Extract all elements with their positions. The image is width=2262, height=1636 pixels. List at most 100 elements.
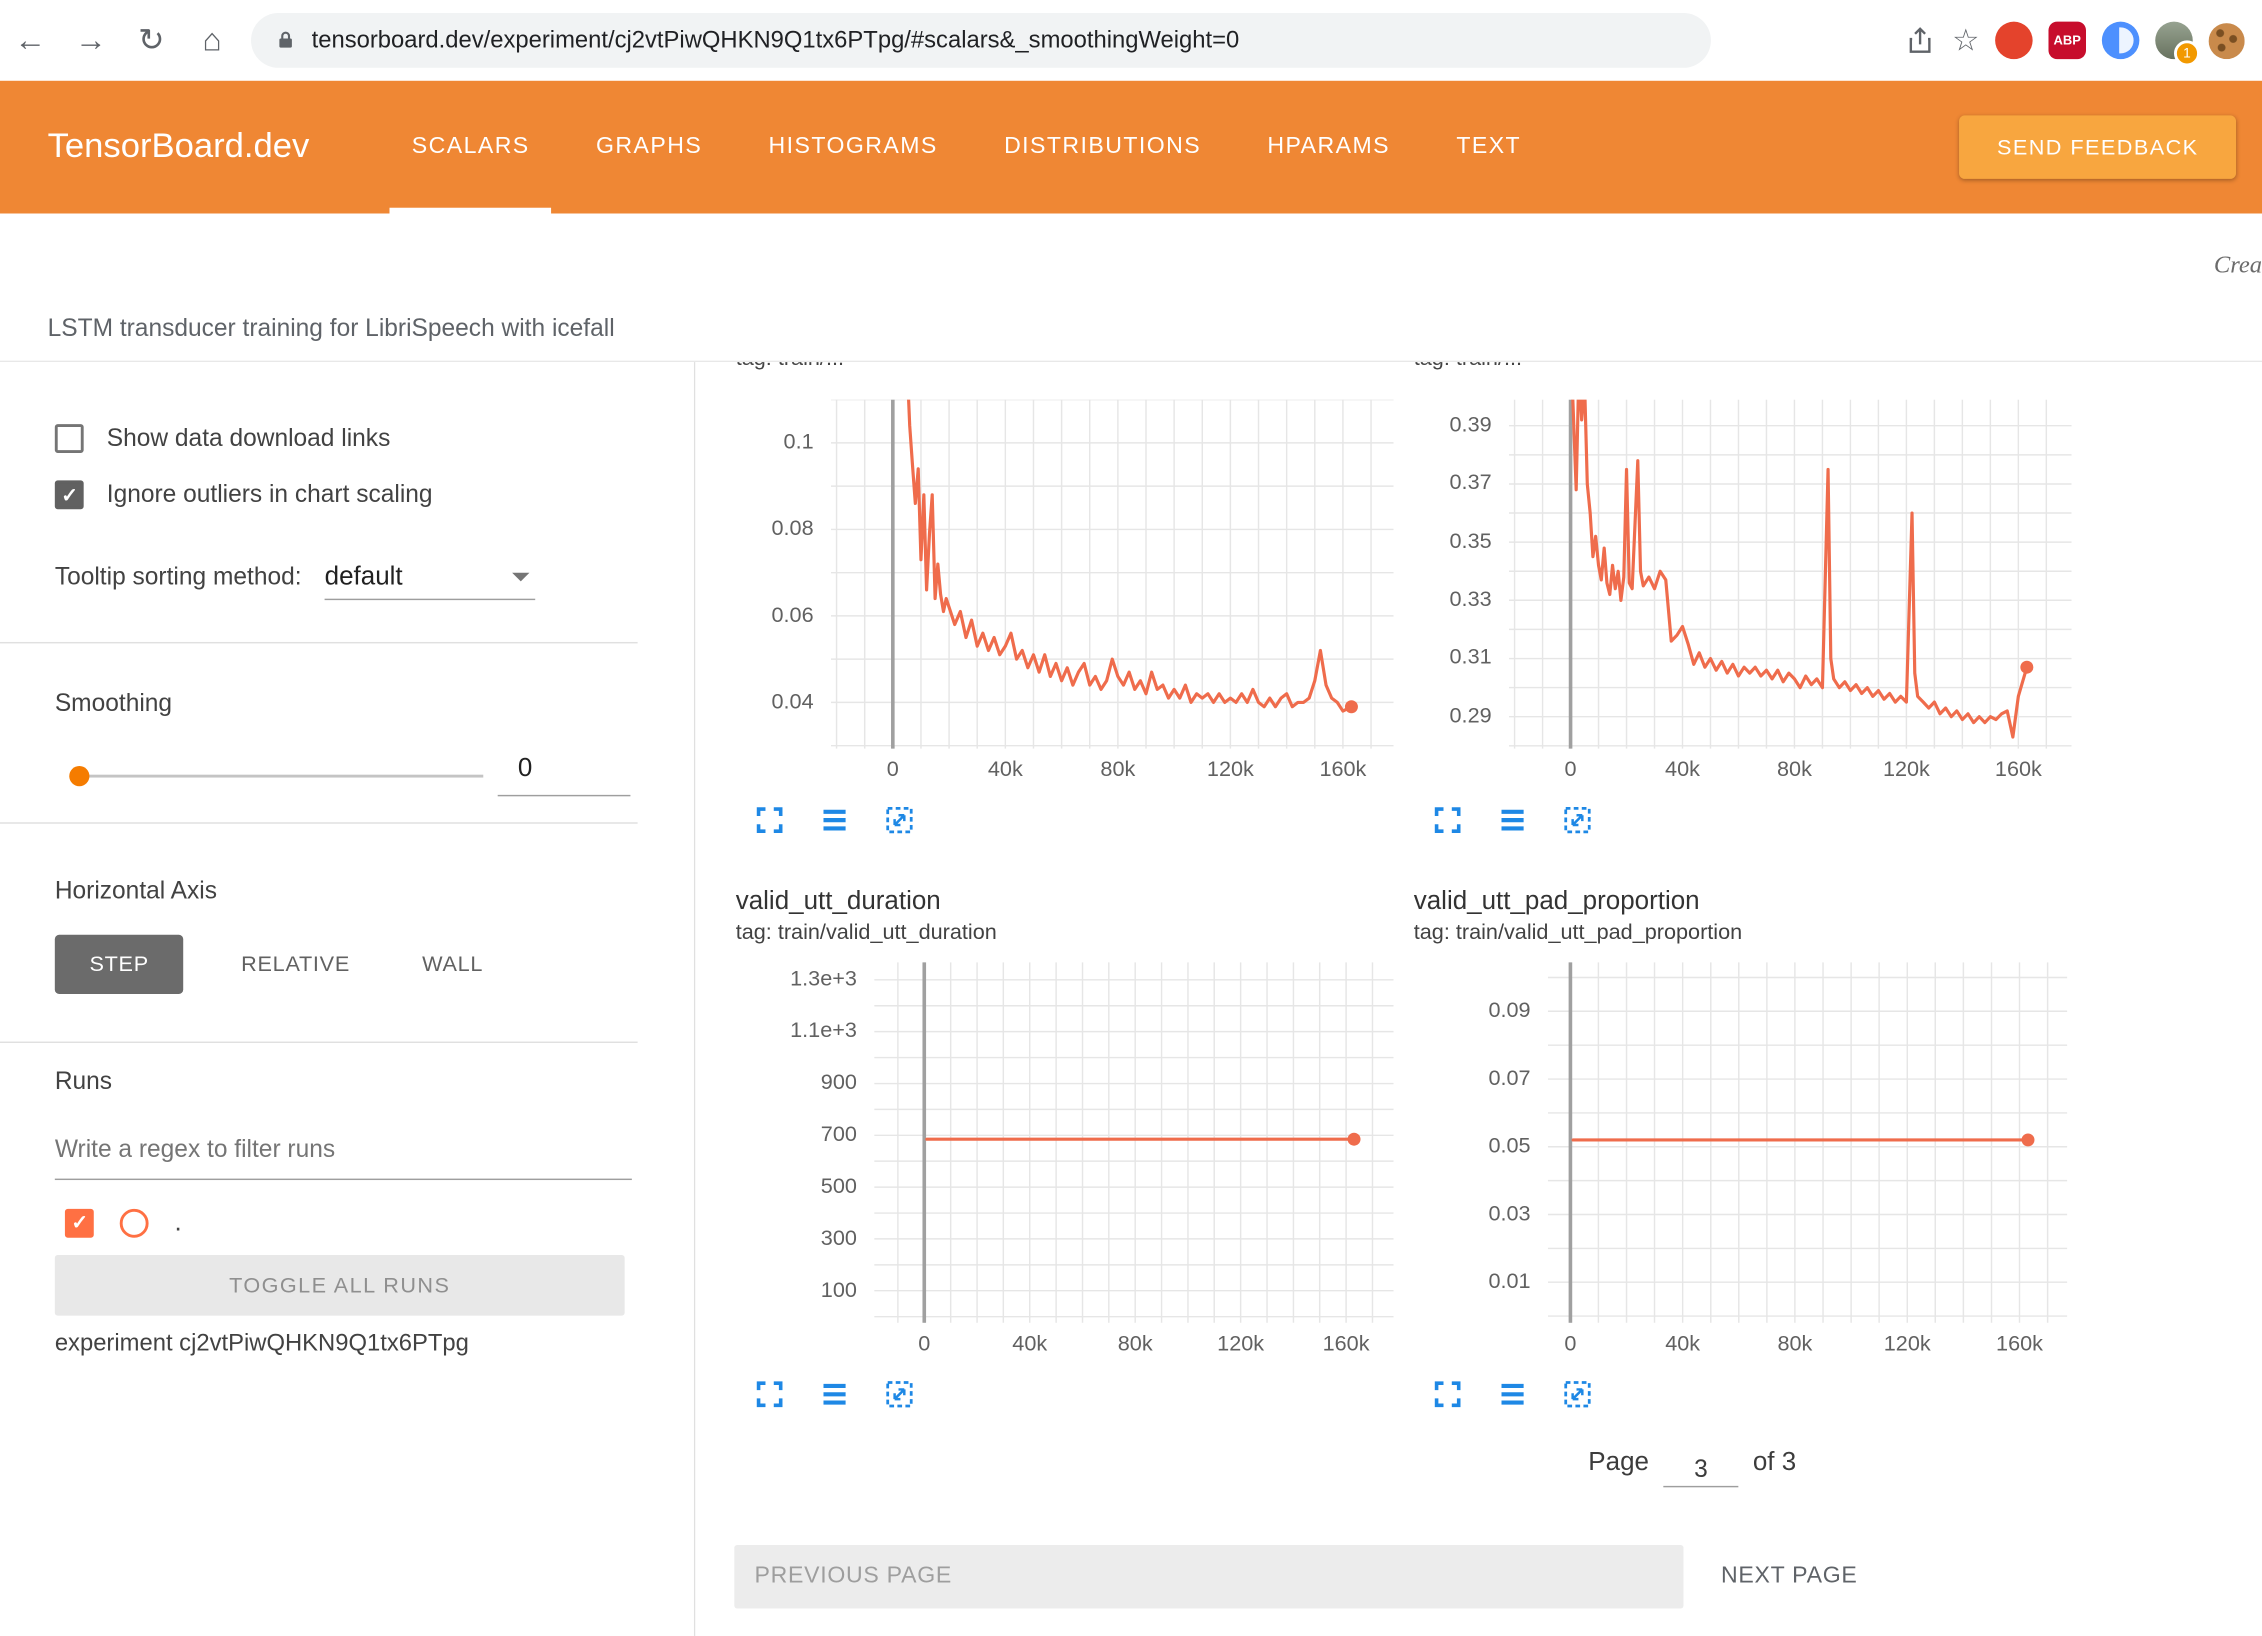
chart-tag: tag: train/... — [1414, 362, 2063, 374]
page-number-input[interactable] — [1663, 1454, 1738, 1487]
chart-toolbar — [1428, 804, 2063, 842]
x-axis-tick-label: 120k — [1187, 757, 1274, 782]
y-axis-tick-label: 0.01 — [1385, 1269, 1531, 1295]
tab-distributions[interactable]: DISTRIBUTIONS — [971, 81, 1234, 214]
profile-avatar[interactable]: 1 — [2155, 22, 2193, 60]
axis-step-button[interactable]: STEP — [55, 935, 184, 994]
back-icon[interactable]: ← — [0, 22, 61, 60]
scalars-dashboard: tag: train/...0.040.060.080.1040k80k120k… — [695, 362, 2262, 1636]
y-axis-tick-label: 0.35 — [1385, 529, 1492, 555]
forward-icon[interactable]: → — [61, 22, 122, 60]
tooltip-sorting-value: default — [325, 561, 403, 591]
tab-text[interactable]: TEXT — [1423, 81, 1554, 214]
y-axis-tick-label: 0.29 — [1385, 704, 1492, 730]
y-axis-tick-label: 1.1e+3 — [707, 1019, 857, 1045]
show-download-links-label: Show data download links — [107, 424, 391, 453]
y-axis-tick-label: 0.09 — [1385, 998, 1531, 1024]
chart-title: valid_utt_pad_proportion — [1414, 881, 2063, 919]
nav-tabs: SCALARS GRAPHS HISTOGRAMS DISTRIBUTIONS … — [379, 81, 1555, 214]
chart-plot[interactable] — [1548, 962, 2067, 1323]
chart-card: valid_utt_durationtag: train/valid_utt_d… — [707, 881, 1385, 1415]
address-bar[interactable]: tensorboard.dev/experiment/cj2vtPiwQHKN9… — [251, 13, 1711, 68]
tensorboard-app: ← → ↻ ⌂ tensorboard.dev/experiment/cj2vt… — [0, 0, 2262, 1636]
next-page-button[interactable]: NEXT PAGE — [1712, 1545, 1866, 1608]
x-axis-tick-label: 0 — [1527, 1332, 1614, 1357]
smoothing-value-field[interactable]: 0 — [498, 753, 631, 796]
page-of-label: of 3 — [1753, 1447, 1796, 1477]
chrome-toolbar: ☆ ABP 1 — [1904, 22, 2244, 60]
fullscreen-icon[interactable] — [750, 1378, 788, 1416]
y-axis-tick-label: 0.04 — [707, 689, 814, 715]
y-axis-tick-label: 500 — [707, 1174, 857, 1200]
y-axis-tick-label: 0.07 — [1385, 1066, 1531, 1092]
x-axis-tick-label: 120k — [1863, 757, 1950, 782]
plot-area: 0.290.310.330.350.370.39 — [1385, 400, 2063, 749]
app-logo: TensorBoard.dev — [48, 127, 310, 167]
runs-selector-icon[interactable] — [1493, 1378, 1531, 1416]
fit-domain-icon[interactable] — [1558, 804, 1596, 842]
tab-histograms[interactable]: HISTOGRAMS — [735, 81, 971, 214]
smoothing-slider[interactable] — [79, 775, 483, 778]
x-axis-tick-label: 40k — [962, 757, 1049, 782]
send-feedback-button[interactable]: SEND FEEDBACK — [1959, 115, 2236, 178]
fullscreen-icon[interactable] — [1428, 1378, 1466, 1416]
x-axis-tick-label: 0 — [881, 1332, 968, 1357]
tooltip-sorting-label: Tooltip sorting method: — [55, 563, 302, 592]
runs-selector-icon[interactable] — [815, 1378, 853, 1416]
runs-label: Runs — [55, 1068, 112, 1097]
toggle-all-runs-button[interactable]: TOGGLE ALL RUNS — [55, 1255, 625, 1316]
blue-extension-icon[interactable] — [2102, 22, 2140, 60]
horizontal-axis-label: Horizontal Axis — [55, 877, 217, 906]
run-checkbox[interactable] — [65, 1208, 94, 1237]
abp-extension-icon[interactable]: ABP — [2048, 22, 2086, 60]
x-axis-labels: 040k80k120k160k — [707, 1326, 1385, 1364]
axis-wall-button[interactable]: WALL — [408, 935, 498, 994]
tab-hparams[interactable]: HPARAMS — [1234, 81, 1423, 214]
share-icon[interactable] — [1904, 25, 1936, 57]
reload-icon[interactable]: ↻ — [121, 22, 182, 60]
tab-scalars[interactable]: SCALARS — [379, 81, 563, 214]
runs-selector-icon[interactable] — [815, 804, 853, 842]
cookie-extension-icon[interactable] — [2209, 22, 2245, 58]
x-axis-tick-label: 120k — [1864, 1332, 1951, 1357]
x-axis-tick-label: 120k — [1197, 1332, 1284, 1357]
chart-plot[interactable] — [1509, 400, 2072, 749]
tab-graphs[interactable]: GRAPHS — [563, 81, 736, 214]
chart-tag: tag: train/... — [736, 362, 1385, 374]
x-axis-tick-label: 40k — [1639, 1332, 1726, 1357]
fit-domain-icon[interactable] — [880, 804, 918, 842]
chart-plot[interactable] — [831, 400, 1394, 749]
chart-plot[interactable] — [874, 962, 1393, 1323]
runs-selector-icon[interactable] — [1493, 804, 1531, 842]
ignore-outliers-checkbox[interactable] — [55, 480, 84, 509]
axis-relative-button[interactable]: RELATIVE — [227, 935, 365, 994]
experiment-title: LSTM transducer training for LibriSpeech… — [48, 314, 615, 343]
y-axis-tick-label: 0.31 — [1385, 646, 1492, 672]
y-axis-tick-label: 700 — [707, 1122, 857, 1148]
bookmark-star-icon[interactable]: ☆ — [1952, 22, 1979, 58]
tooltip-sorting-select[interactable]: default — [325, 561, 536, 600]
y-axis-tick-label: 900 — [707, 1070, 857, 1096]
runs-filter-input[interactable] — [55, 1127, 632, 1180]
page-label: Page — [1588, 1447, 1649, 1477]
smoothing-slider-thumb[interactable] — [69, 766, 89, 786]
smoothing-label: Smoothing — [55, 690, 172, 719]
pagination: Page of 3 — [1588, 1447, 1796, 1480]
previous-page-button[interactable]: PREVIOUS PAGE — [734, 1545, 1683, 1608]
fit-domain-icon[interactable] — [880, 1378, 918, 1416]
y-axis-tick-label: 0.06 — [707, 603, 814, 629]
run-list-item: . — [65, 1207, 182, 1237]
fit-domain-icon[interactable] — [1558, 1378, 1596, 1416]
fullscreen-icon[interactable] — [750, 804, 788, 842]
divider — [0, 642, 638, 643]
ignore-outliers-label: Ignore outliers in chart scaling — [107, 480, 433, 509]
plot-area: 0.010.030.050.070.09 — [1385, 962, 2063, 1323]
x-axis-labels: 040k80k120k160k — [707, 752, 1385, 790]
show-download-links-checkbox[interactable] — [55, 424, 84, 453]
run-color-swatch[interactable] — [120, 1208, 149, 1237]
x-axis-tick-label: 40k — [1639, 757, 1726, 782]
fullscreen-icon[interactable] — [1428, 804, 1466, 842]
home-icon[interactable]: ⌂ — [182, 22, 243, 60]
x-axis-tick-label: 160k — [1975, 757, 2062, 782]
adblock-extension-icon[interactable] — [1995, 22, 2033, 60]
